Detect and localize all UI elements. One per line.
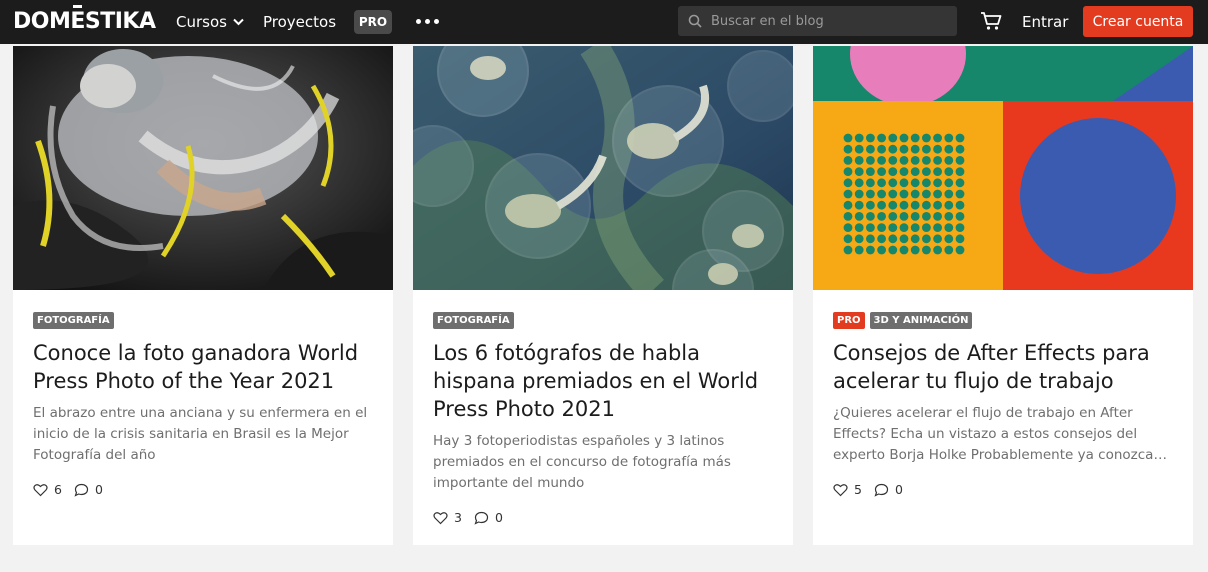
- search-input[interactable]: [711, 13, 951, 29]
- likes-value: 3: [454, 510, 462, 525]
- domestika-logo[interactable]: DOMESTIKA: [13, 5, 156, 36]
- nav-proyectos[interactable]: Proyectos: [263, 12, 336, 32]
- nav-pro-badge[interactable]: PRO: [354, 10, 392, 34]
- nav-cursos-label: Cursos: [176, 13, 227, 31]
- article-card[interactable]: PRO 3D Y ANIMACIÓN Consejos de After Eff…: [813, 46, 1193, 545]
- comments-value: 0: [94, 482, 103, 497]
- article-image-tadpoles[interactable]: [413, 46, 793, 290]
- article-description: Hay 3 fotoperiodistas españoles y 3 lati…: [433, 433, 731, 491]
- cart-icon[interactable]: [980, 11, 1002, 31]
- comments-value: 0: [494, 510, 503, 525]
- more-dots-icon[interactable]: [416, 19, 439, 24]
- likes-count[interactable]: 5: [833, 482, 862, 497]
- blog-search-box[interactable]: [678, 6, 957, 36]
- article-image-embrace[interactable]: [13, 46, 393, 290]
- likes-count[interactable]: 6: [33, 482, 62, 497]
- likes-value: 6: [54, 482, 62, 497]
- comment-icon: [874, 483, 889, 497]
- heart-icon: [33, 483, 48, 496]
- category-tag[interactable]: 3D Y ANIMACIÓN: [869, 312, 973, 329]
- dot-grid-pattern: [843, 133, 965, 255]
- comments-count[interactable]: 0: [474, 510, 503, 525]
- heart-icon: [433, 511, 448, 524]
- search-icon: [688, 14, 702, 28]
- signup-button[interactable]: Crear cuenta: [1083, 6, 1193, 37]
- comment-icon: [74, 483, 89, 497]
- comments-count[interactable]: 0: [874, 482, 903, 497]
- article-description: ¿Quieres acelerar el flujo de trabajo en…: [833, 405, 1161, 463]
- article-card[interactable]: FOTOGRAFÍA Conoce la foto ganadora World…: [13, 46, 393, 545]
- comments-count[interactable]: 0: [74, 482, 103, 497]
- login-link[interactable]: Entrar: [1022, 12, 1068, 32]
- article-image-geometric[interactable]: [813, 46, 1193, 290]
- likes-count[interactable]: 3: [433, 510, 462, 525]
- comments-value: 0: [894, 482, 903, 497]
- chevron-down-icon: [233, 18, 244, 26]
- heart-icon: [833, 483, 848, 496]
- article-title[interactable]: Los 6 fotógrafos de habla hispana premia…: [433, 339, 773, 423]
- article-title[interactable]: Consejos de After Effects para acelerar …: [833, 339, 1173, 395]
- article-title[interactable]: Conoce la foto ganadora World Press Phot…: [33, 339, 373, 395]
- top-navigation-bar: DOMESTIKA Cursos Proyectos PRO Entrar Cr…: [0, 0, 1208, 44]
- likes-value: 5: [854, 482, 862, 497]
- category-tag[interactable]: FOTOGRAFÍA: [433, 312, 514, 329]
- article-card[interactable]: FOTOGRAFÍA Los 6 fotógrafos de habla his…: [413, 46, 793, 545]
- pro-tag[interactable]: PRO: [833, 312, 865, 329]
- nav-cursos[interactable]: Cursos: [176, 12, 244, 32]
- comment-icon: [474, 511, 489, 525]
- article-description: El abrazo entre una anciana y su enferme…: [33, 405, 368, 463]
- category-tag[interactable]: FOTOGRAFÍA: [33, 312, 114, 329]
